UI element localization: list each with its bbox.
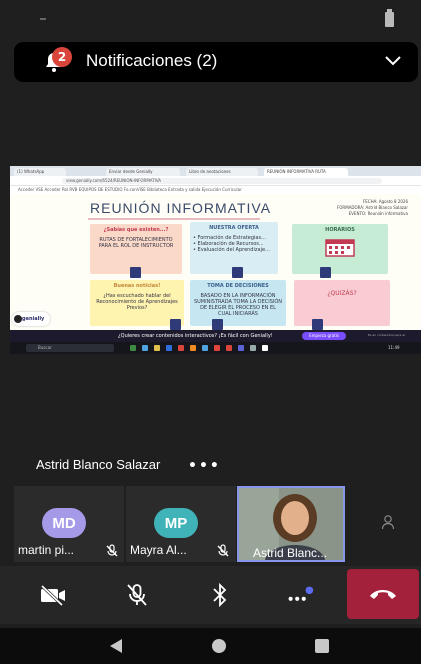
shared-screen[interactable]: (1) WhatsApp Enviar desde Genially Libro… (10, 166, 421, 354)
card-body: • Formación de Estrategias... • Elaborac… (193, 235, 270, 253)
card-body: ¿QUIZÁS? (327, 290, 357, 297)
meeting-screen: 2 Notificaciones (2) (1) WhatsApp Enviar… (0, 0, 421, 664)
mic-toggle-button[interactable] (122, 580, 152, 610)
browser-address-bar: view.genially.com/6524/REUNION-INFORMATI… (10, 176, 421, 186)
taskbar-app-icon (226, 345, 232, 351)
card-link-icon (232, 267, 243, 278)
hang-up-button[interactable] (347, 569, 419, 619)
browser-tab: (1) WhatsApp (14, 168, 66, 176)
browser-tab: Enviar desde Genially (106, 168, 180, 176)
participant-video-tile[interactable]: Astrid Blanc... (237, 486, 345, 562)
avatar: MD (42, 508, 86, 538)
browser-tab-active: REUNIÓN INFORMATIVA RUTA (264, 168, 348, 176)
promo-side-text: Es en contenidos para el (368, 333, 405, 337)
genially-logo: genially (12, 312, 50, 326)
camera-toggle-button[interactable] (38, 580, 68, 610)
participant-tile[interactable]: MP Mayra Al... (126, 486, 236, 562)
participant-name: Astrid Blanc... (253, 546, 328, 560)
phone-hangup-icon (370, 590, 396, 599)
mic-off-icon (127, 584, 147, 606)
card-link-icon (312, 319, 323, 330)
taskbar-app-icon (142, 345, 148, 351)
slide-title: REUNIÓN INFORMATIVA (90, 200, 272, 216)
card-link-icon (212, 319, 223, 330)
slide-meta-line: EVENTO: Reunión informativa (348, 211, 408, 216)
back-icon[interactable] (110, 639, 122, 653)
card-link-icon (130, 267, 141, 278)
notification-badge: 2 (52, 47, 72, 67)
home-icon[interactable] (212, 639, 226, 653)
taskbar-app-icon (214, 345, 220, 351)
card-title: TOMA DE DECISIONES (207, 283, 269, 289)
taskbar-clock: 11:49 (388, 345, 400, 350)
card-body: RUTAS DE FORTALECIMIENTO PARA EL ROL DE … (98, 237, 174, 249)
slide-title-underline (88, 218, 260, 220)
browser-url: view.genially.com/6524/REUNION-INFORMATI… (62, 178, 382, 184)
card-link-icon (320, 267, 331, 278)
taskbar-app-icon (154, 345, 160, 351)
status-indicator (40, 18, 46, 20)
participant-tile[interactable]: MD martin pi... (14, 486, 124, 562)
slide-meta: FECHA: Agosto 8 2026 FORMADORA: Astrid B… (298, 199, 408, 217)
card-title: ¿Sabías que existen...? (103, 227, 169, 233)
browser-tab-strip: (1) WhatsApp Enviar desde Genially Libro… (10, 166, 421, 176)
android-nav-bar (0, 628, 421, 664)
taskbar-app-icon (250, 345, 256, 351)
avatar: MP (154, 508, 198, 538)
calendar-icon (325, 239, 355, 257)
taskbar-app-icon (238, 345, 244, 351)
participant-name: Mayra Al... (130, 543, 187, 557)
taskbar-search: Buscar (26, 344, 114, 352)
card-title: HORARIOS (325, 227, 355, 233)
card-body: BASADO EN LA INFORMACIÓN SUMINISTRADA TO… (193, 293, 283, 317)
slide-card: NUESTRA OFERTA • Formación de Estrategia… (190, 222, 278, 278)
camera-off-icon (40, 584, 65, 606)
card-link-icon (170, 319, 181, 330)
taskbar-app-icon (130, 345, 136, 351)
taskbar-app-icon (166, 345, 172, 351)
audio-output-button[interactable] (205, 580, 235, 610)
speaker-more-button[interactable]: ••• (188, 458, 221, 474)
participant-name: martin pi... (18, 543, 75, 557)
browser-bookmarks: Acceder VSE Acceder Rol RVB EQUIPOS DE E… (10, 186, 421, 194)
card-title: Buenas noticias! (113, 283, 161, 289)
mic-off-icon (106, 544, 118, 557)
active-speaker-name: Astrid Blanco Salazar (36, 457, 161, 472)
taskbar-app-icon (262, 345, 268, 351)
more-icon (288, 586, 314, 601)
card-title: NUESTRA OFERTA (209, 225, 259, 231)
promo-text: ¿Quieres crear contenidos interactivos? … (118, 333, 273, 339)
mic-off-icon (217, 544, 229, 557)
presentation-slide: REUNIÓN INFORMATIVA FECHA: Agosto 8 2026… (10, 194, 421, 330)
call-controls (0, 566, 421, 624)
taskbar-app-icon (178, 345, 184, 351)
status-bar (0, 0, 421, 40)
battery-icon (385, 9, 394, 27)
recent-apps-icon[interactable] (315, 639, 329, 653)
slide-card: ¿Sabías que existen...? RUTAS DE FORTALE… (90, 224, 182, 278)
participants-icon[interactable] (381, 514, 395, 530)
taskbar-app-icon (202, 345, 208, 351)
notifications-title: Notificaciones (2) (86, 51, 218, 70)
promo-button[interactable]: Empieza gratis (302, 332, 346, 340)
more-options-button[interactable] (285, 580, 315, 610)
promo-banner: ¿Quieres crear contenidos interactivos? … (10, 330, 421, 342)
slide-card: TOMA DE DECISIONES BASADO EN LA INFORMAC… (190, 280, 286, 330)
windows-taskbar: Buscar 11:49 (10, 342, 421, 354)
card-body: ¿Has escuchado hablar del Reconocimiento… (96, 293, 178, 311)
taskbar-app-icon (190, 345, 196, 351)
browser-tab: Libro de anotaciones (186, 168, 258, 176)
slide-card: HORARIOS (292, 224, 388, 278)
slide-card: ¿QUIZÁS? (294, 280, 390, 330)
chevron-down-icon[interactable] (384, 55, 402, 67)
slide-card: Buenas noticias! ¿Has escuchado hablar d… (90, 280, 184, 330)
bluetooth-icon (213, 582, 227, 608)
